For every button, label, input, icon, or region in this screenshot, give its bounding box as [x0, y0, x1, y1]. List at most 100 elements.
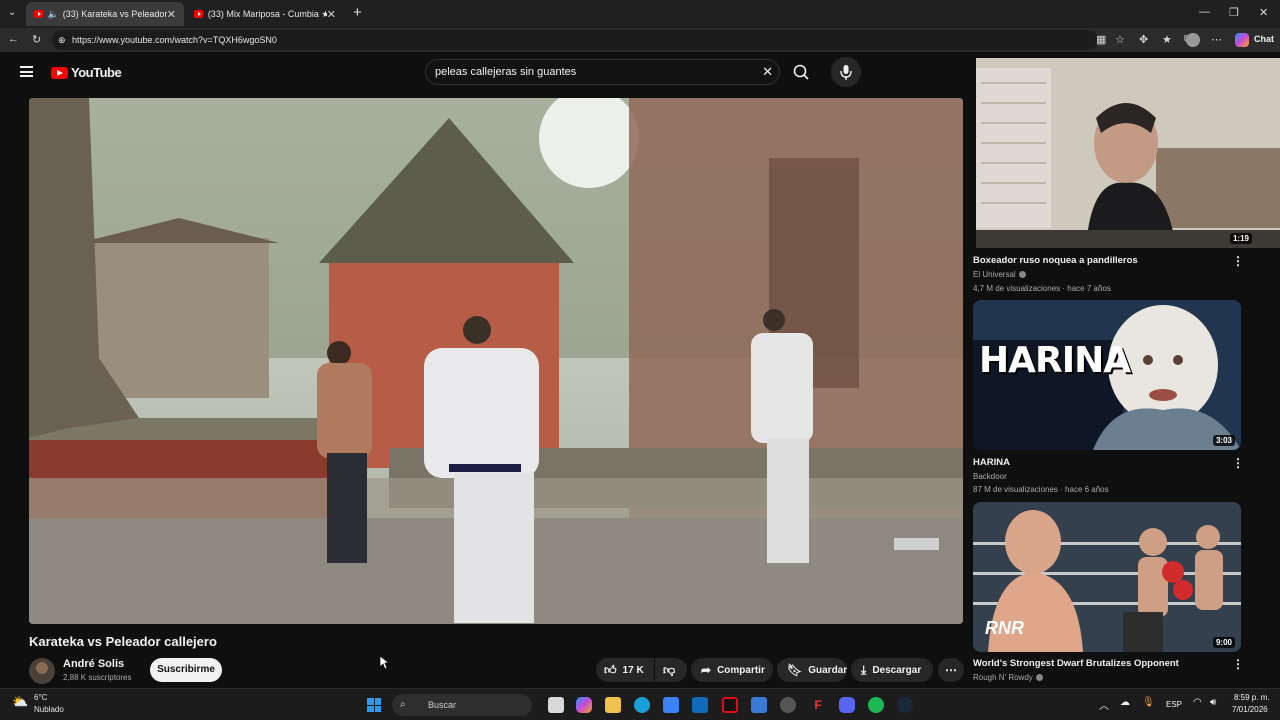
favorites-icon[interactable]: ★	[1162, 33, 1172, 46]
close-window-icon[interactable]: ✕	[1259, 6, 1268, 19]
f-app-icon[interactable]: F	[810, 697, 826, 713]
minimize-icon[interactable]: —	[1199, 6, 1210, 18]
file-explorer-icon[interactable]	[605, 697, 621, 713]
tab-karateka[interactable]: 🔈 (33) Karateka vs Peleador calle ✕	[26, 2, 184, 26]
tab-list-icon[interactable]: ⌄	[8, 7, 16, 18]
favorite-star-icon[interactable]: ☆	[1115, 33, 1125, 46]
weather-icon[interactable]: ⛅	[12, 694, 28, 710]
related-channel[interactable]: El Universal	[973, 270, 1026, 279]
close-tab-icon[interactable]: ✕	[167, 8, 176, 21]
related-video-title[interactable]: Boxeador ruso noquea a pandilleros	[973, 255, 1138, 266]
extensions-icon[interactable]: ✥	[1139, 33, 1148, 46]
youtube-logo[interactable]: YouTube	[51, 65, 122, 80]
hamburger-menu-icon[interactable]	[20, 66, 33, 77]
download-button[interactable]: ⤓ Descargar	[851, 658, 933, 682]
taskbar-search-input[interactable]: ⌕ Buscar	[392, 694, 532, 716]
media-player-icon[interactable]	[751, 697, 767, 713]
language-indicator[interactable]: ESP	[1166, 700, 1182, 709]
start-button[interactable]	[367, 698, 381, 712]
address-toolbar: ← ↻ ⊕ https://www.youtube.com/watch?v=TQ…	[0, 28, 1280, 52]
duration-badge: 3:03	[1212, 435, 1235, 446]
steam-icon[interactable]	[897, 697, 913, 713]
profile-avatar[interactable]	[1186, 33, 1200, 47]
more-actions-button[interactable]: ⋯	[938, 658, 964, 682]
app-icon[interactable]: ▦	[1096, 33, 1106, 46]
reload-icon[interactable]: ↻	[32, 33, 41, 46]
channel-avatar[interactable]	[29, 658, 55, 684]
discord-icon[interactable]	[839, 697, 855, 713]
onedrive-icon[interactable]: ☁	[1120, 697, 1130, 708]
task-view-icon[interactable]	[548, 697, 564, 713]
related-video-title[interactable]: HARINA	[973, 457, 1010, 468]
steam-alt-icon[interactable]	[780, 697, 796, 713]
youtube-logo-text: YouTube	[71, 65, 122, 80]
related-meta: 87 M de visualizaciones · hace 6 años	[973, 485, 1109, 494]
youtube-favicon-icon	[34, 10, 43, 18]
share-button[interactable]: ➦ Compartir	[691, 658, 773, 682]
edge-icon[interactable]	[634, 697, 650, 713]
tab-label: (33) Mix Mariposa - Cumbia ★ DJ	[207, 8, 327, 19]
mouse-cursor-icon	[380, 656, 390, 670]
related-video-title[interactable]: World's Strongest Dwarf Brutalizes Oppon…	[973, 658, 1179, 669]
chat-label[interactable]: Chat	[1254, 34, 1274, 44]
more-menu-icon[interactable]: ⋯	[1211, 33, 1222, 46]
new-tab-icon[interactable]: +	[353, 4, 362, 21]
share-label: Compartir	[717, 664, 765, 676]
url-input[interactable]: ⊕ https://www.youtube.com/watch?v=TQXH6w…	[52, 30, 1098, 50]
related-channel[interactable]: Backdoor	[973, 472, 1007, 481]
speaker-icon[interactable]: 🔈	[48, 9, 59, 20]
close-tab-icon[interactable]: ✕	[327, 8, 336, 21]
clear-search-icon[interactable]: ✕	[762, 60, 773, 84]
search-input[interactable]: peleas callejeras sin guantes ✕	[425, 59, 780, 85]
store-icon[interactable]	[663, 697, 679, 713]
dislike-button[interactable]: 👎︎	[655, 658, 687, 682]
more-dots-icon: ⋯	[945, 663, 957, 677]
spotify-icon[interactable]	[868, 697, 884, 713]
thumbs-down-icon: 👎︎	[663, 662, 676, 677]
video-frame	[29, 98, 963, 624]
kebab-menu-icon[interactable]: ⋮	[1232, 456, 1244, 470]
voice-search-button[interactable]	[831, 57, 861, 87]
netflix-icon[interactable]	[722, 697, 738, 713]
subscribe-button[interactable]: Suscribirme	[150, 658, 222, 682]
tab-mix-mariposa[interactable]: (33) Mix Mariposa - Cumbia ★ DJ ✕	[186, 2, 344, 26]
save-button[interactable]: 🔖︎ Guardar	[777, 658, 847, 682]
copilot-icon[interactable]	[1235, 33, 1249, 47]
outlook-icon[interactable]	[692, 697, 708, 713]
mic-tray-icon[interactable]: 🎙︎	[1142, 697, 1155, 708]
volume-icon[interactable]: 🔊︎	[1210, 697, 1216, 708]
verified-icon	[1018, 271, 1026, 279]
related-video-thumbnail[interactable]: RNR 9:00	[973, 502, 1241, 652]
download-icon: ⤓	[861, 662, 867, 677]
related-video-thumbnail[interactable]: 1:19	[976, 58, 1280, 248]
back-icon[interactable]: ←	[8, 33, 19, 45]
kebab-menu-icon[interactable]: ⋮	[1232, 657, 1244, 671]
search-icon	[793, 64, 809, 80]
restore-icon[interactable]: ❐	[1229, 6, 1239, 19]
share-icon: ➦	[701, 663, 712, 677]
video-player[interactable]	[29, 98, 963, 624]
tray-chevron-icon[interactable]: ︿	[1099, 697, 1109, 712]
kebab-menu-icon[interactable]: ⋮	[1232, 254, 1244, 268]
weather-temp[interactable]: 6°C	[34, 693, 47, 702]
youtube-header: YouTube peleas callejeras sin guantes ✕	[0, 52, 968, 92]
related-channel-name: Backdoor	[973, 472, 1007, 481]
download-label: Descargar	[872, 664, 922, 676]
thumbnail-text: HARINA	[979, 340, 1131, 381]
copilot-app-icon[interactable]	[576, 697, 592, 713]
related-channel[interactable]: Rough N' Rowdy	[973, 673, 1043, 682]
like-button[interactable]: 👍︎ 17 K	[596, 658, 654, 682]
subscriber-count: 2,88 K suscriptores	[63, 673, 132, 682]
search-button[interactable]	[782, 59, 820, 85]
related-video-thumbnail[interactable]: HARINA 3:03	[973, 300, 1241, 450]
browser-tab-strip: ⌄ 🔈 (33) Karateka vs Peleador calle ✕ (3…	[0, 0, 1280, 28]
wifi-icon[interactable]: ◠	[1193, 697, 1202, 708]
site-info-icon[interactable]: ⊕	[58, 30, 66, 50]
related-channel-name: Rough N' Rowdy	[973, 673, 1033, 682]
clock-date[interactable]: 7/01/2026	[1232, 705, 1268, 714]
clock-time[interactable]: 8:59 p. m.	[1234, 693, 1270, 702]
channel-name[interactable]: André Solis	[63, 658, 124, 670]
save-label: Guardar	[808, 664, 848, 676]
thumbnail-image	[976, 58, 1280, 248]
bookmark-icon: 🔖︎	[787, 663, 803, 677]
